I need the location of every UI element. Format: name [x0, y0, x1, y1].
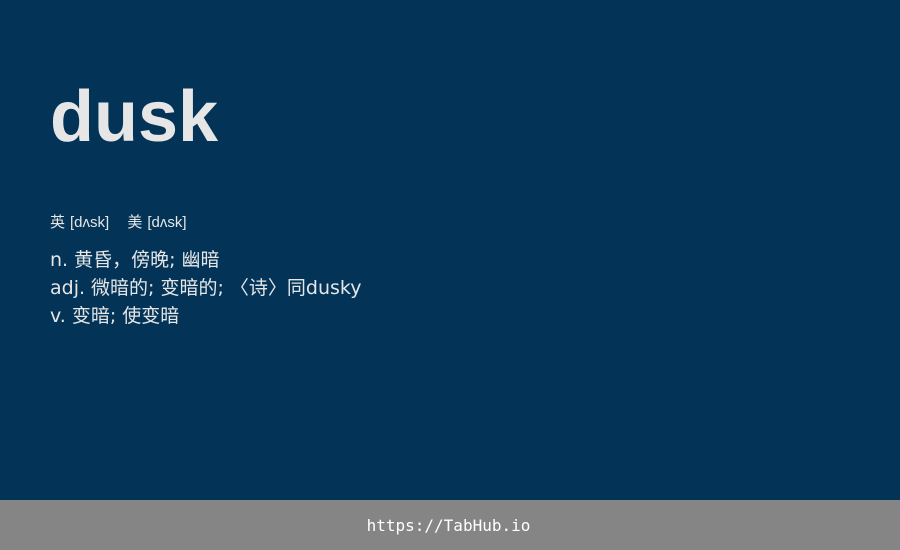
headword: dusk	[50, 77, 219, 157]
definition-adjective: adj. 微暗的; 变暗的; 〈诗〉同dusky	[50, 274, 362, 302]
phonetic-us-label: 美	[127, 214, 143, 231]
tabhub-link[interactable]: https://TabHub.io	[367, 516, 531, 535]
part-of-speech: n.	[50, 249, 69, 271]
phonetic-us: 美 [dʌsk]	[127, 213, 186, 233]
word-card: dusk 英 [dʌsk] 美 [dʌsk] n. 黄昏，傍晚; 幽暗 adj. 微暗的…	[0, 0, 900, 500]
definition-text: 微暗的; 变暗的; 〈诗〉同dusky	[91, 277, 362, 299]
definition-verb: v. 变暗; 使变暗	[50, 302, 362, 330]
part-of-speech: adj.	[50, 277, 86, 299]
definition-text: 变暗; 使变暗	[71, 305, 180, 327]
definitions-list: n. 黄昏，傍晚; 幽暗 adj. 微暗的; 变暗的; 〈诗〉同dusky v. 变暗…	[50, 246, 362, 330]
phonetics-row: 英 [dʌsk] 美 [dʌsk]	[50, 213, 201, 233]
phonetic-uk-label: 英	[50, 214, 66, 231]
definition-noun: n. 黄昏，傍晚; 幽暗	[50, 246, 362, 274]
phonetic-uk-ipa: [dʌsk]	[70, 214, 110, 231]
definition-text: 黄昏，傍晚; 幽暗	[74, 249, 220, 271]
part-of-speech: v.	[50, 305, 66, 327]
phonetic-us-ipa: [dʌsk]	[147, 214, 187, 231]
phonetic-uk: 英 [dʌsk]	[50, 213, 109, 233]
footer-bar: https://TabHub.io	[0, 500, 900, 550]
